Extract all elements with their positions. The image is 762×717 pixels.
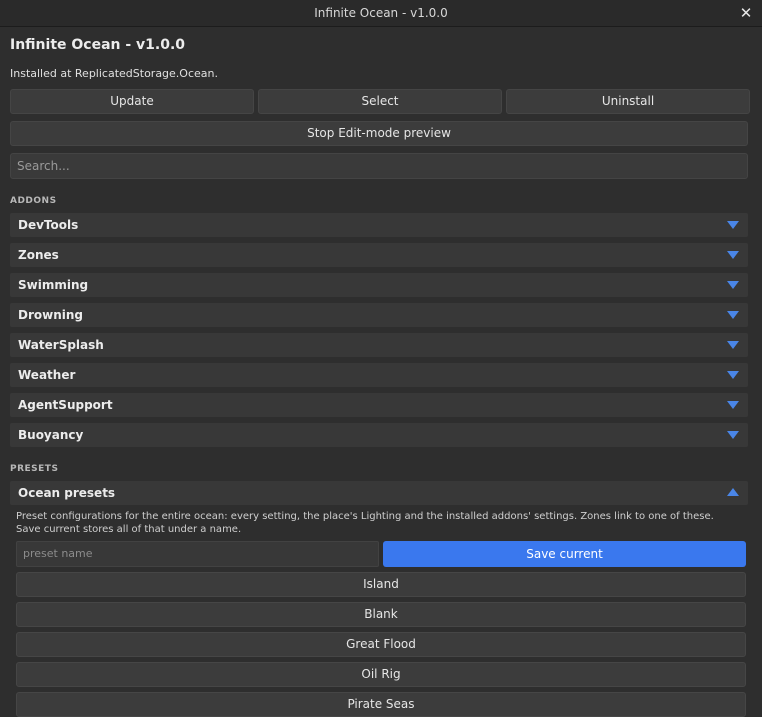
addon-devtools[interactable]: DevTools: [10, 213, 748, 237]
presets-heading: PRESETS: [10, 464, 59, 474]
addon-swimming[interactable]: Swimming: [10, 273, 748, 297]
preset-oil-rig-button[interactable]: Oil Rig: [16, 662, 746, 687]
addon-label: WaterSplash: [18, 338, 104, 352]
addon-zones[interactable]: Zones: [10, 243, 748, 267]
chevron-down-icon: [727, 341, 739, 349]
addon-buoyancy[interactable]: Buoyancy: [10, 423, 748, 447]
select-button[interactable]: Select: [258, 89, 502, 114]
search-input[interactable]: Search...: [10, 153, 748, 179]
uninstall-button[interactable]: Uninstall: [506, 89, 750, 114]
close-icon[interactable]: ✕: [738, 0, 754, 27]
addon-agentsupport[interactable]: AgentSupport: [10, 393, 748, 417]
preset-name-input[interactable]: preset name: [16, 541, 379, 567]
addon-label: AgentSupport: [18, 398, 113, 412]
page-title: Infinite Ocean - v1.0.0: [10, 37, 186, 53]
stop-preview-button[interactable]: Stop Edit-mode preview: [10, 121, 748, 146]
chevron-down-icon: [727, 311, 739, 319]
addons-heading: ADDONS: [10, 196, 57, 206]
window-title: Infinite Ocean - v1.0.0: [314, 6, 448, 20]
addon-label: Swimming: [18, 278, 89, 292]
addon-label: DevTools: [18, 218, 79, 232]
chevron-down-icon: [727, 371, 739, 379]
chevron-up-icon: [727, 488, 739, 496]
preset-blank-button[interactable]: Blank: [16, 602, 746, 627]
window-titlebar: Infinite Ocean - v1.0.0 ✕: [0, 0, 762, 27]
preset-pirate-seas-button[interactable]: Pirate Seas: [16, 692, 746, 717]
chevron-down-icon: [727, 281, 739, 289]
addon-drowning[interactable]: Drowning: [10, 303, 748, 327]
update-button[interactable]: Update: [10, 89, 254, 114]
plugin-panel: Infinite Ocean - v1.0.0 Installed at Rep…: [0, 28, 762, 717]
addon-weather[interactable]: Weather: [10, 363, 748, 387]
chevron-down-icon: [727, 431, 739, 439]
save-current-button[interactable]: Save current: [383, 541, 746, 567]
chevron-down-icon: [727, 251, 739, 259]
addon-label: Buoyancy: [18, 428, 84, 442]
presets-description: Preset configurations for the entire oce…: [16, 511, 714, 535]
addon-label: Weather: [18, 368, 76, 382]
chevron-down-icon: [727, 401, 739, 409]
chevron-down-icon: [727, 221, 739, 229]
addon-label: Zones: [18, 248, 59, 262]
presets-group-label: Ocean presets: [18, 486, 116, 500]
preset-island-button[interactable]: Island: [16, 572, 746, 597]
preset-great-flood-button[interactable]: Great Flood: [16, 632, 746, 657]
ocean-presets-header[interactable]: Ocean presets: [10, 481, 748, 505]
addon-watersplash[interactable]: WaterSplash: [10, 333, 748, 357]
install-location-text: Installed at ReplicatedStorage.Ocean.: [10, 67, 218, 80]
addon-label: Drowning: [18, 308, 83, 322]
